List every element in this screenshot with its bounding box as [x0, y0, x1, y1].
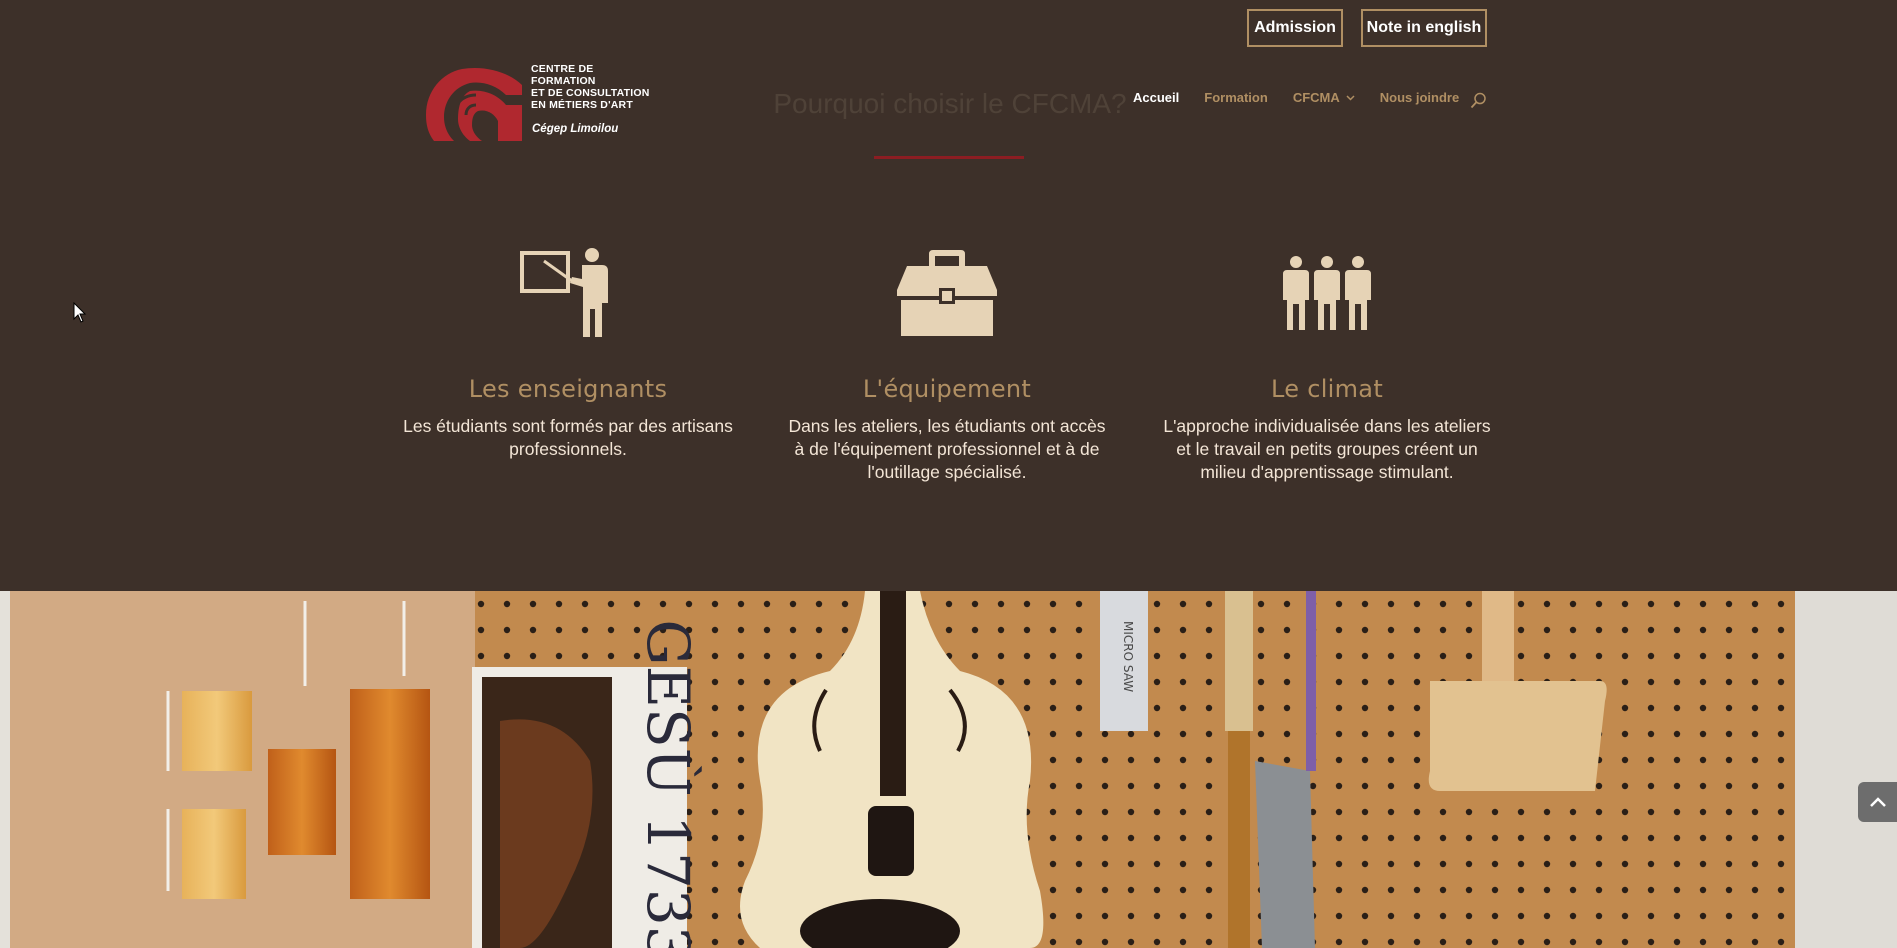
- group-icon: [1283, 255, 1371, 330]
- feature-text: L'approche individualisée dans les ateli…: [1163, 416, 1491, 482]
- main-nav: Accueil Formation CFCMA Nous joindre: [1133, 90, 1459, 105]
- feature-climat: Le climat L'approche individualisée dans…: [1162, 240, 1492, 484]
- admission-button[interactable]: Admission: [1247, 9, 1343, 47]
- toolbox-icon: [897, 249, 997, 336]
- chevron-down-icon: [1346, 94, 1355, 101]
- nav-item-cfcma[interactable]: CFCMA: [1293, 90, 1355, 105]
- english-note-button[interactable]: Note in english: [1361, 9, 1487, 47]
- logo-text: CENTRE DE FORMATION ET DE CONSULTATION E…: [531, 63, 650, 111]
- nav-item-formation[interactable]: Formation: [1204, 90, 1268, 105]
- feature-enseignants: Les enseignants Les étudiants sont formé…: [403, 240, 733, 461]
- logo-mark-icon: [426, 67, 522, 141]
- chevron-up-icon: [1870, 797, 1886, 807]
- logo-subtitle: Cégep Limoilou: [532, 123, 619, 135]
- search-icon[interactable]: [1470, 92, 1487, 109]
- feature-text: Dans les ateliers, les étudiants ont acc…: [788, 416, 1106, 482]
- scroll-to-top-button[interactable]: [1858, 782, 1897, 822]
- feature-title: L'équipement: [862, 375, 1032, 403]
- saw-label: MICRO SAW: [1121, 621, 1135, 692]
- feature-text: Les étudiants sont formés par des artisa…: [403, 416, 733, 459]
- feature-title: Le climat: [1270, 375, 1384, 403]
- section-title: Pourquoi choisir le CFCMA?: [773, 88, 1127, 119]
- workshop-photo: GESÙ 1733 MICRO SAW: [0, 591, 1897, 948]
- mouse-cursor-icon: [73, 302, 87, 323]
- title-underline: [874, 156, 1024, 159]
- poster-label: GESÙ 1733: [634, 619, 702, 948]
- site-logo[interactable]: CENTRE DE FORMATION ET DE CONSULTATION E…: [426, 61, 656, 143]
- teacher-icon: [520, 247, 608, 337]
- feature-equipement: L'équipement Dans les ateliers, les étud…: [782, 240, 1112, 484]
- nav-item-nous-joindre[interactable]: Nous joindre: [1380, 90, 1459, 105]
- feature-title: Les enseignants: [468, 375, 668, 403]
